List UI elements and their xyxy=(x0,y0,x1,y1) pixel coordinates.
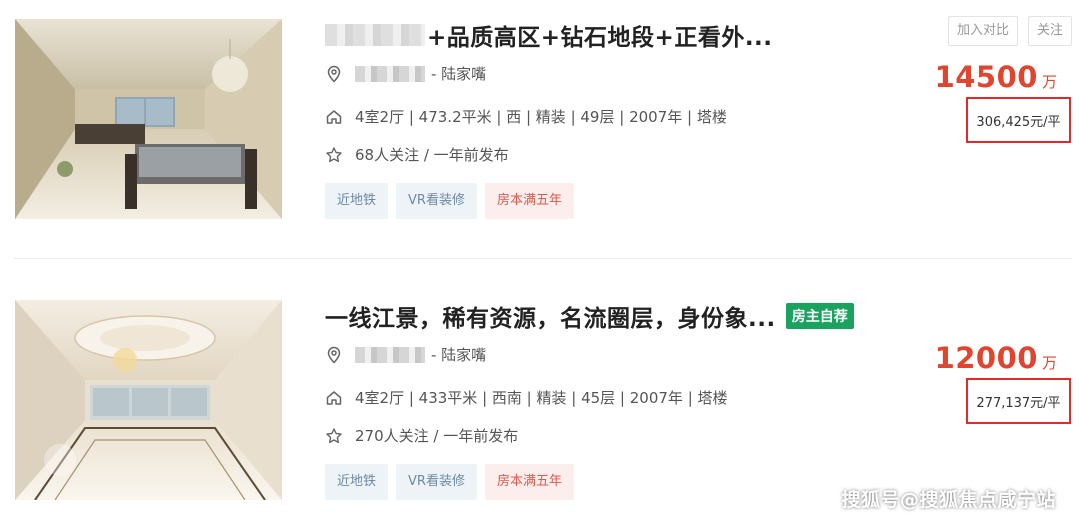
unit-price-highlight: 277,137元/平 xyxy=(966,378,1071,424)
action-buttons: 加入对比 关注 xyxy=(947,16,1072,46)
star-icon xyxy=(325,146,343,164)
total-price: 14500 万 xyxy=(935,60,1057,94)
location-row: - 陆家嘴 xyxy=(325,63,486,84)
follow-info-text: 270人关注 / 一年前发布 xyxy=(355,427,519,445)
tag-near-subway: 近地铁 xyxy=(325,464,389,500)
location-text[interactable]: - 陆家嘴 xyxy=(431,344,486,365)
total-price-unit: 万 xyxy=(1041,354,1057,372)
house-info-row: 4室2厅 | 433平米 | 西南 | 精装 | 45层 | 2007年 | 塔… xyxy=(325,387,728,408)
tag-near-subway: 近地铁 xyxy=(325,183,389,219)
total-price-value: 14500 xyxy=(934,60,1038,94)
house-icon xyxy=(325,389,343,407)
listing-title[interactable]: 一线江景，稀有资源，名流圈层，身份象... xyxy=(325,299,776,333)
star-icon xyxy=(325,427,343,445)
tag-list: 近地铁 VR看装修 房本满五年 xyxy=(325,183,574,219)
listing-title-row[interactable]: 一线江景，稀有资源，名流圈层，身份象... 房主自荐 xyxy=(325,299,854,333)
blurred-text xyxy=(325,24,425,46)
tag-five-years: 房本满五年 xyxy=(484,464,574,500)
unit-price-highlight: 306,425元/平 xyxy=(966,97,1071,143)
owner-recommend-badge: 房主自荐 xyxy=(785,303,854,329)
location-row: - 陆家嘴 xyxy=(325,344,486,365)
add-compare-button[interactable]: 加入对比 xyxy=(947,16,1018,46)
follow-info-row: 270人关注 / 一年前发布 xyxy=(325,425,518,446)
house-info-text: 4室2厅 | 433平米 | 西南 | 精装 | 45层 | 2007年 | 塔… xyxy=(355,389,728,407)
listing-title-row[interactable]: +品质高区+钻石地段+正看外... xyxy=(325,18,773,52)
unit-price-value: 277,137元/平 xyxy=(976,395,1061,411)
follow-info-row: 68人关注 / 一年前发布 xyxy=(325,144,509,165)
interior-photo-illustration xyxy=(15,300,282,500)
divider xyxy=(14,258,1072,259)
total-price-value: 12000 xyxy=(934,341,1038,375)
location-pin-icon xyxy=(325,346,343,364)
total-price: 12000 万 xyxy=(935,341,1057,375)
tag-vr-decoration: VR看装修 xyxy=(396,183,477,219)
tag-five-years: 房本满五年 xyxy=(484,183,574,219)
tag-vr-decoration: VR看装修 xyxy=(396,464,477,500)
follow-info-text: 68人关注 / 一年前发布 xyxy=(355,146,509,164)
listing-photo[interactable] xyxy=(15,300,282,500)
location-text[interactable]: - 陆家嘴 xyxy=(431,63,486,84)
house-info-text: 4室2厅 | 473.2平米 | 西 | 精装 | 49层 | 2007年 | … xyxy=(355,108,727,126)
follow-button[interactable]: 关注 xyxy=(1027,16,1072,46)
listing-title[interactable]: +品质高区+钻石地段+正看外... xyxy=(427,18,773,52)
unit-price-value: 306,425元/平 xyxy=(976,114,1061,130)
house-icon xyxy=(325,108,343,126)
location-pin-icon xyxy=(325,65,343,83)
blurred-address xyxy=(355,346,425,363)
watermark: 搜狐号@搜狐焦点咸宁站 xyxy=(841,489,1056,511)
tag-list: 近地铁 VR看装修 房本满五年 xyxy=(325,464,574,500)
total-price-unit: 万 xyxy=(1041,73,1057,91)
listing-card[interactable]: +品质高区+钻石地段+正看外... - 陆家嘴 4室2厅 | 473.2平米 |… xyxy=(0,0,1080,260)
listing-photo[interactable] xyxy=(15,19,282,219)
blurred-address xyxy=(355,65,425,82)
house-info-row: 4室2厅 | 473.2平米 | 西 | 精装 | 49层 | 2007年 | … xyxy=(325,106,727,127)
interior-photo-illustration xyxy=(15,19,282,219)
